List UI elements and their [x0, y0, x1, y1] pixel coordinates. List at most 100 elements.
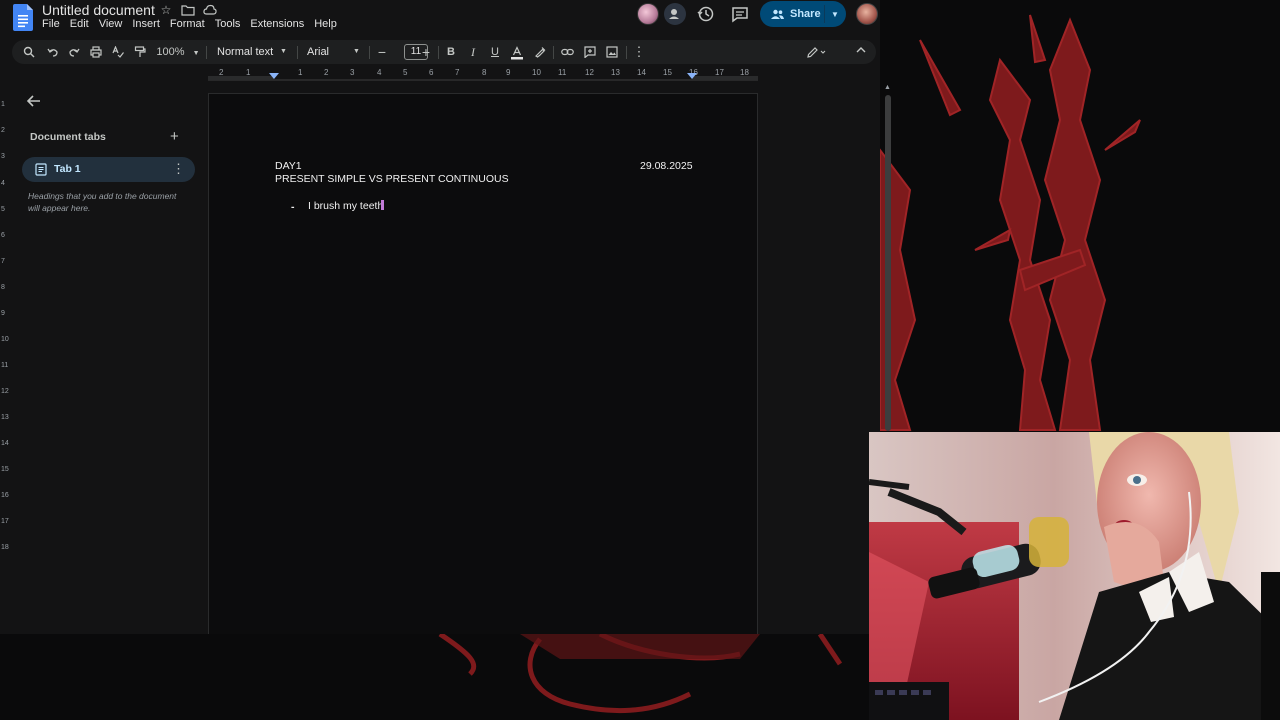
move-folder-icon[interactable] — [181, 3, 195, 17]
vruler-tick: 14 — [1, 440, 9, 447]
collaborator-chip[interactable] — [664, 3, 686, 25]
menu-view[interactable]: View — [99, 18, 123, 30]
spellcheck-button[interactable] — [109, 40, 127, 64]
redo-button[interactable] — [65, 40, 83, 64]
ruler-tick: 3 — [350, 68, 355, 77]
comments-icon[interactable] — [730, 4, 750, 24]
increase-font-size-button[interactable]: + — [419, 40, 433, 64]
share-button[interactable]: Share ▼ — [760, 1, 846, 27]
ruler-tick: 4 — [377, 68, 382, 77]
menu-edit[interactable]: Edit — [70, 18, 89, 30]
highlighter-icon — [535, 47, 546, 58]
date-text[interactable]: 29.08.2025 — [640, 160, 693, 172]
zoom-select[interactable]: 100% ▼ — [155, 40, 201, 64]
cloud-saved-icon[interactable] — [203, 3, 217, 17]
collaborator-avatar[interactable] — [637, 3, 659, 25]
share-dropdown-icon[interactable]: ▼ — [831, 10, 839, 19]
webcam-video-frame — [869, 432, 1280, 720]
font-value: Arial — [307, 46, 330, 58]
ruler-tick: 5 — [403, 68, 408, 77]
vruler-tick: 2 — [1, 127, 5, 134]
ruler-tick: 10 — [532, 68, 541, 77]
account-avatar[interactable] — [856, 3, 878, 25]
star-icon[interactable]: ☆ — [159, 3, 173, 17]
document-page[interactable]: DAY1 29.08.2025 PRESENT SIMPLE VS PRESEN… — [208, 93, 758, 634]
ruler-tick: 17 — [715, 68, 724, 77]
hide-menus-button[interactable] — [852, 40, 870, 64]
tab-item-tab-1[interactable]: Tab 1 ⋮ — [22, 157, 195, 182]
paragraph-style-select[interactable]: Normal text ▼ — [214, 40, 292, 64]
document-title[interactable]: Untitled document — [42, 2, 155, 18]
zoom-dropdown-icon: ▼ — [192, 50, 200, 57]
vertical-scrollbar[interactable] — [885, 95, 891, 431]
text-cursor — [381, 200, 384, 210]
ruler-tick: 14 — [637, 68, 646, 77]
topic-heading[interactable]: PRESENT SIMPLE VS PRESENT CONTINUOUS — [275, 173, 509, 185]
paint-format-button[interactable] — [131, 40, 149, 64]
horizontal-ruler[interactable]: 2 1 1 2 3 4 5 6 7 8 9 10 11 12 13 14 15 … — [208, 66, 758, 84]
italic-button[interactable]: I — [464, 40, 482, 64]
menu-file[interactable]: File — [42, 18, 60, 30]
highlight-color-button[interactable] — [531, 40, 549, 64]
menu-bar: File Edit View Insert Format Tools Exten… — [42, 18, 347, 30]
ruler-tick: 6 — [429, 68, 434, 77]
red-serpent-art — [438, 634, 843, 714]
decrease-font-size-button[interactable]: − — [375, 40, 389, 64]
bullet-text[interactable]: I brush my teeth — [308, 200, 383, 212]
text-color-button[interactable] — [508, 40, 526, 64]
undo-icon — [47, 48, 58, 57]
right-indent-marker-icon[interactable] — [687, 73, 697, 81]
menu-insert[interactable]: Insert — [132, 18, 160, 30]
ruler-tick: 18 — [740, 68, 749, 77]
menu-format[interactable]: Format — [170, 18, 205, 30]
menu-extensions[interactable]: Extensions — [250, 18, 304, 30]
scroll-up-icon[interactable]: ▲ — [884, 84, 891, 91]
add-comment-icon — [584, 46, 596, 58]
toolbar-divider — [438, 46, 439, 59]
vruler-tick: 5 — [1, 206, 5, 213]
ruler-tick: 1 — [246, 68, 251, 77]
toolbar: 100% ▼ Normal text ▼ Arial ▼ − 11 + B I … — [12, 40, 876, 64]
vertical-ruler: 1 2 3 4 5 6 7 8 9 10 11 12 13 14 15 16 1… — [0, 84, 10, 634]
left-indent-marker-icon[interactable] — [269, 73, 279, 81]
search-menus-button[interactable] — [20, 40, 38, 64]
docs-logo-icon[interactable] — [13, 4, 33, 31]
menu-tools[interactable]: Tools — [215, 18, 241, 30]
bold-button[interactable]: B — [442, 40, 460, 64]
version-history-icon[interactable] — [696, 4, 716, 24]
insert-comment-button[interactable] — [581, 40, 599, 64]
day-heading[interactable]: DAY1 — [275, 160, 302, 172]
ruler-tick: 7 — [455, 68, 460, 77]
back-arrow-icon[interactable] — [26, 93, 42, 109]
vruler-tick: 1 — [1, 101, 5, 108]
vruler-tick: 15 — [1, 466, 9, 473]
print-button[interactable] — [87, 40, 105, 64]
insert-image-button[interactable] — [603, 40, 621, 64]
toolbar-divider — [553, 46, 554, 59]
ruler-tick: 2 — [324, 68, 329, 77]
vruler-tick: 9 — [1, 310, 5, 317]
insert-link-button[interactable] — [558, 40, 576, 64]
add-tab-button[interactable]: + — [170, 128, 179, 145]
toolbar-divider — [297, 46, 298, 59]
vruler-tick: 13 — [1, 414, 9, 421]
vruler-tick: 6 — [1, 232, 5, 239]
docs-window: Untitled document ☆ File Edit View Inser… — [0, 0, 880, 634]
editing-mode-button[interactable] — [802, 40, 832, 64]
vruler-tick: 17 — [1, 518, 9, 525]
redo-icon — [69, 48, 80, 57]
tab-more-options-icon[interactable]: ⋮ — [172, 161, 185, 177]
underline-button[interactable]: U — [486, 40, 504, 64]
toolbar-divider — [369, 46, 370, 59]
image-icon — [606, 46, 618, 58]
ruler-tick: 9 — [506, 68, 511, 77]
vruler-tick: 12 — [1, 388, 9, 395]
more-options-icon[interactable]: ⋮ — [631, 40, 647, 64]
paragraph-style-value: Normal text — [217, 46, 274, 58]
undo-button[interactable] — [44, 40, 62, 64]
font-select[interactable]: Arial ▼ — [304, 40, 364, 64]
zoom-value: 100% — [156, 46, 185, 58]
style-dropdown-icon: ▼ — [280, 48, 287, 55]
menu-help[interactable]: Help — [314, 18, 337, 30]
bullet-marker: - — [291, 201, 295, 213]
